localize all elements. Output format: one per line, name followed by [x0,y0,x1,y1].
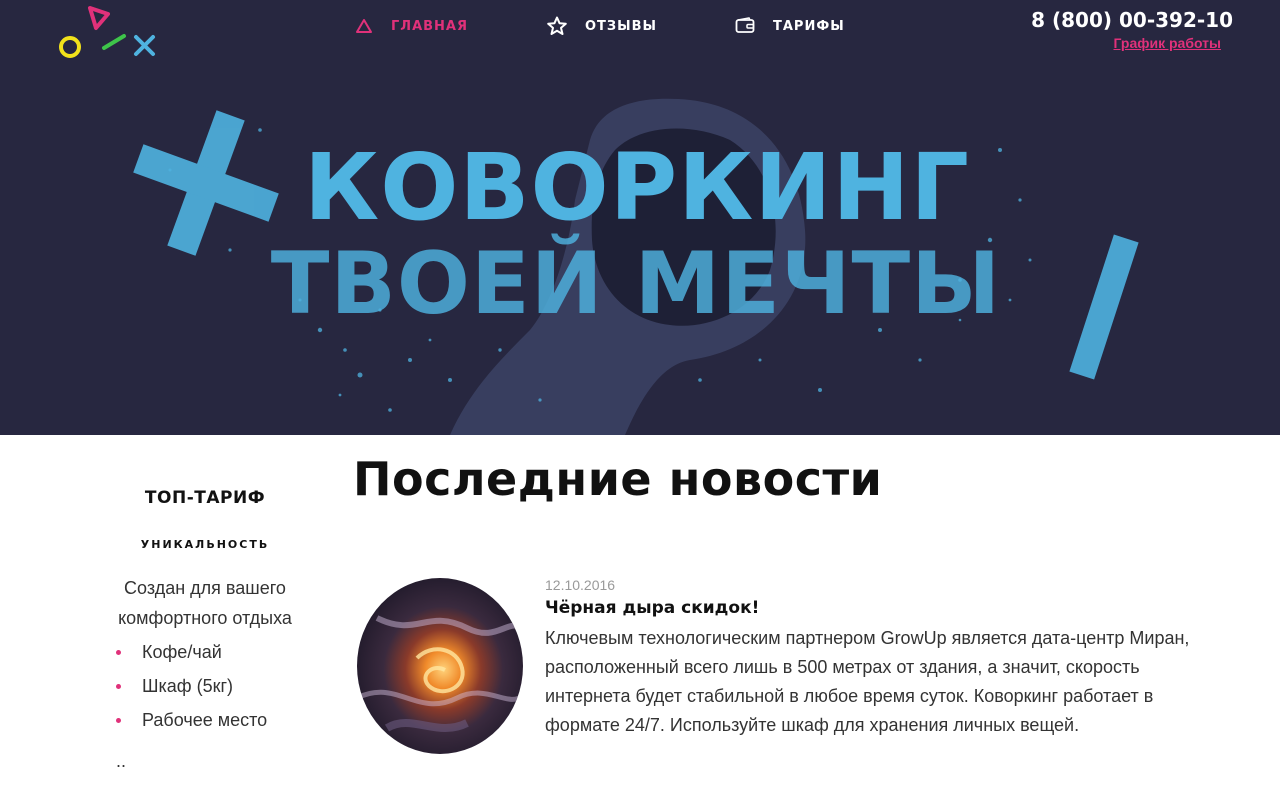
news-text: Ключевым технологическим партнером GrowU… [545,628,1190,735]
news-image[interactable] [357,578,523,754]
feature-list: Кофе/чай Шкаф (5кг) Рабочее место [114,635,310,737]
nebula-image [357,578,523,754]
logo[interactable] [50,4,170,64]
nav-item-home[interactable]: ГЛАВНАЯ [355,14,547,38]
top-tariff-sidebar: ТОП-ТАРИФ УНИКАЛЬНОСТЬ Создан для вашего… [100,488,310,772]
news-title[interactable]: Чёрная дыра скидок! [545,598,1205,618]
news-date: 12.10.2016 [545,577,616,593]
contact-block: 8 (800) 00-392-10 График работы [1031,8,1233,51]
hero-title: КОВОРКИНГ ТВОЕЙ МЕЧТЫ [0,134,1280,334]
list-item: Рабочее место [114,703,310,737]
nav-item-label: ТАРИФЫ [773,18,845,34]
sidebar-more: .. [116,751,127,771]
nav-item-label: ГЛАВНАЯ [391,18,469,34]
hero-title-line1: КОВОРКИНГ [304,134,970,241]
hero-title-line2: ТВОЕЙ МЕЧТЫ [270,234,1002,334]
news-item: 12.10.2016 Чёрная дыра скидок! Ключевым … [545,577,1205,740]
star-icon [547,16,567,35]
schedule-link[interactable]: График работы [1031,35,1222,51]
sidebar-description: Создан для вашего комфортного отдыха [118,578,292,628]
phone-number[interactable]: 8 (800) 00-392-10 [1031,8,1233,32]
nav-item-reviews[interactable]: ОТЗЫВЫ [547,14,735,38]
wallet-icon [735,17,755,33]
hero-banner: ГЛАВНАЯ ОТЗЫВЫ ТАРИФЫ 8 (800) 00-392-10 … [0,0,1280,435]
sidebar-title: ТОП-ТАРИФ [144,488,266,508]
list-item: Шкаф (5кг) [114,669,310,703]
main-nav: ГЛАВНАЯ ОТЗЫВЫ ТАРИФЫ [355,14,845,38]
triangle-icon [356,19,372,33]
sidebar-subtitle: УНИКАЛЬНОСТЬ [140,538,270,551]
page-title: Последние новости [353,452,883,506]
list-item: Кофе/чай [114,635,310,669]
nav-item-label: ОТЗЫВЫ [585,18,658,34]
nav-item-tariffs[interactable]: ТАРИФЫ [735,14,845,38]
